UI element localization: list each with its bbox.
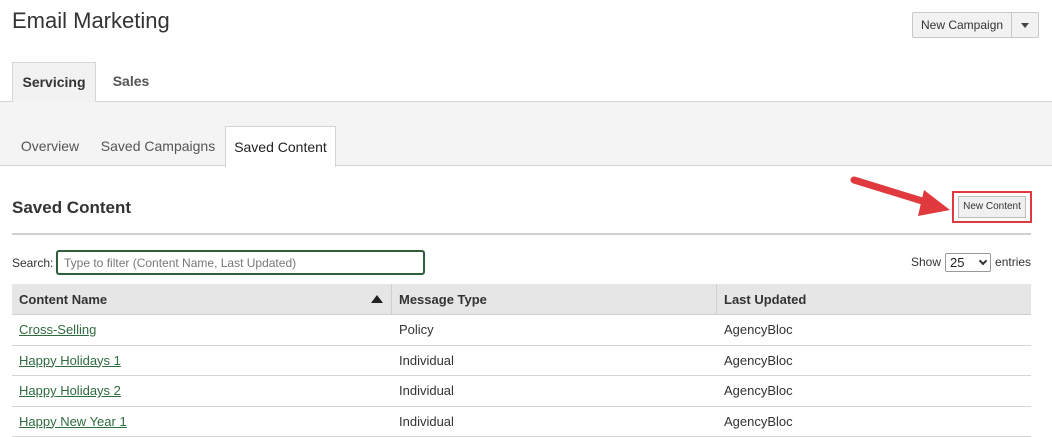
- content-name-link[interactable]: Happy Holidays 2: [19, 383, 121, 398]
- message-type-cell: Policy: [392, 315, 717, 345]
- message-type-cell: Individual: [392, 376, 717, 406]
- entries-select[interactable]: 25: [945, 253, 991, 272]
- last-updated-cell: AgencyBloc: [717, 346, 1031, 376]
- tab-servicing[interactable]: Servicing: [12, 62, 96, 103]
- table-row: Happy Holidays 2 Individual AgencyBloc: [12, 376, 1031, 407]
- primary-tabs: Servicing Sales: [0, 62, 1052, 102]
- new-campaign-button[interactable]: New Campaign: [913, 13, 1012, 37]
- last-updated-cell: AgencyBloc: [717, 315, 1031, 345]
- content-name-cell: Happy Holidays 2: [12, 376, 392, 406]
- last-updated-cell: AgencyBloc: [717, 407, 1031, 437]
- table-header: Content Name Message Type Last Updated: [12, 284, 1031, 315]
- section-title: Saved Content: [12, 198, 131, 218]
- sort-ascending-icon: [371, 295, 383, 303]
- header: Email Marketing New Campaign: [0, 0, 1052, 52]
- column-header-label: Message Type: [399, 292, 487, 307]
- last-updated-cell: AgencyBloc: [717, 376, 1031, 406]
- tab-saved-campaigns[interactable]: Saved Campaigns: [96, 126, 220, 166]
- message-type-cell: Individual: [392, 346, 717, 376]
- tab-saved-content[interactable]: Saved Content: [225, 126, 336, 167]
- content-name-cell: Happy Holidays 1: [12, 346, 392, 376]
- column-header-label: Content Name: [19, 292, 107, 307]
- content-name-cell: Happy New Year 1: [12, 407, 392, 437]
- tab-overview[interactable]: Overview: [12, 126, 88, 166]
- table-row: Cross-Selling Policy AgencyBloc: [12, 315, 1031, 346]
- page-title: Email Marketing: [12, 8, 170, 34]
- entries-select-value: 25: [950, 255, 964, 270]
- table-row: Happy Holidays 1 Individual AgencyBloc: [12, 346, 1031, 377]
- new-campaign-dropdown-toggle[interactable]: [1012, 13, 1038, 37]
- message-type-cell: Individual: [392, 407, 717, 437]
- content-name-link[interactable]: Happy Holidays 1: [19, 353, 121, 368]
- show-label: Show: [911, 255, 941, 269]
- secondary-tabs: Overview Saved Campaigns Saved Content: [0, 126, 1052, 166]
- tab-sales[interactable]: Sales: [100, 62, 162, 102]
- entries-label: entries: [995, 255, 1031, 269]
- new-campaign-split-button[interactable]: New Campaign: [912, 12, 1039, 38]
- chevron-down-icon: [979, 256, 987, 264]
- section-divider: [12, 233, 1031, 235]
- annotation-arrow-icon: [846, 170, 958, 220]
- caret-down-icon: [1021, 23, 1029, 28]
- column-header-last-updated[interactable]: Last Updated: [717, 284, 1031, 314]
- content-name-link[interactable]: Cross-Selling: [19, 322, 96, 337]
- content-name-link[interactable]: Happy New Year 1: [19, 414, 127, 429]
- column-header-label: Last Updated: [724, 292, 806, 307]
- show-entries: Show 25 entries: [911, 252, 1031, 272]
- content-table: Content Name Message Type Last Updated C…: [12, 284, 1031, 437]
- new-content-button[interactable]: New Content: [958, 196, 1026, 218]
- column-header-content-name[interactable]: Content Name: [12, 284, 392, 314]
- search-input[interactable]: [56, 250, 425, 275]
- table-row: Happy New Year 1 Individual AgencyBloc: [12, 407, 1031, 437]
- content-name-cell: Cross-Selling: [12, 315, 392, 345]
- search-label: Search:: [12, 256, 53, 270]
- column-header-message-type[interactable]: Message Type: [392, 284, 717, 314]
